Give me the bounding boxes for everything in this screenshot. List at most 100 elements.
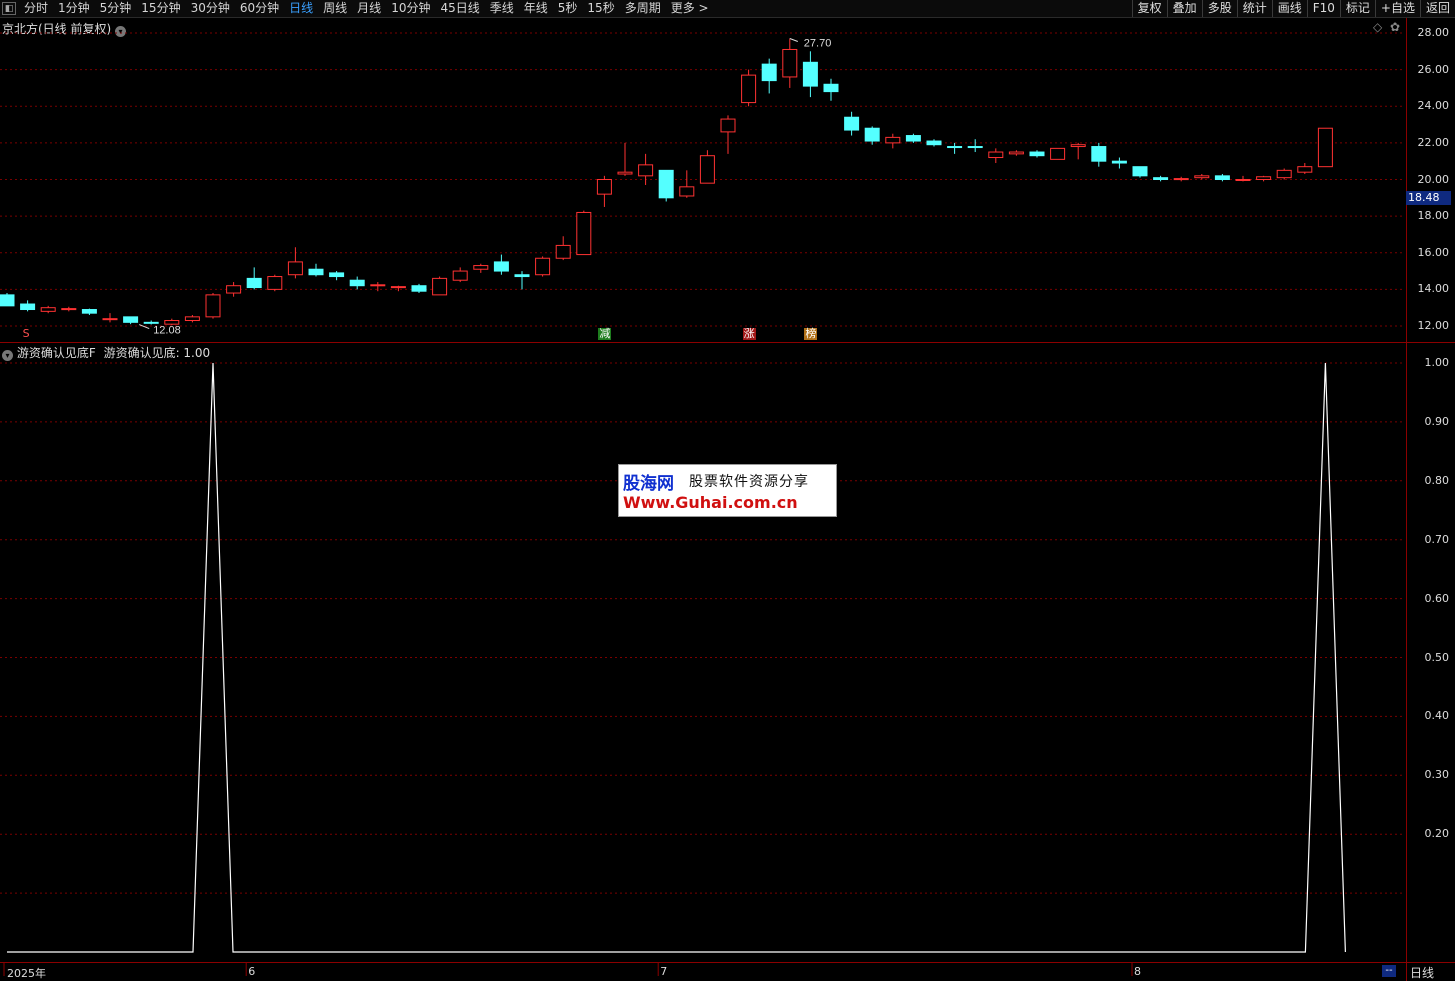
candle-body [802, 61, 818, 87]
candle-body [967, 146, 983, 149]
watermark-url: Www.Guhai.com.cn [623, 493, 798, 512]
candle-body [823, 83, 839, 93]
candle-body [638, 164, 654, 177]
period-button[interactable]: 日线 [1410, 964, 1434, 981]
y-tick-label: 18.00 [1417, 209, 1450, 223]
watermark-tagline: 股票软件资源分享 [689, 474, 809, 490]
y-tick-label: 24.00 [1417, 99, 1450, 113]
candle-body [1008, 151, 1024, 155]
y-tick-label: 26.00 [1417, 62, 1450, 76]
high-pointer [789, 38, 798, 42]
candle-body [267, 276, 283, 290]
candle-body [1297, 166, 1313, 173]
y-tick-label: 0.30 [1424, 768, 1450, 782]
candle-body [1111, 160, 1127, 164]
y-tick-label: 16.00 [1417, 245, 1450, 259]
candle-body [782, 48, 798, 78]
watermark-logo: 股海网 [623, 474, 674, 494]
candle-body [679, 186, 695, 197]
candle-body [432, 277, 448, 296]
candle-body [40, 307, 56, 312]
y-tick-label: 14.00 [1417, 282, 1450, 296]
y-tick-label: 0.80 [1424, 473, 1450, 487]
candle-body [1235, 179, 1251, 181]
candle-body [1050, 147, 1066, 160]
candle-body [761, 63, 777, 82]
candle-body [1091, 146, 1107, 162]
candle-body [1029, 151, 1045, 157]
candle-body [1317, 127, 1333, 168]
candle-body [81, 309, 97, 314]
candle-body [1276, 169, 1292, 179]
candle-body [246, 277, 262, 289]
candle-body [885, 136, 901, 144]
signal-marker[interactable]: 减 [598, 328, 612, 340]
signal-marker[interactable]: 涨 [742, 328, 756, 340]
low-label: 12.08 [153, 325, 181, 337]
candle-body [205, 294, 221, 318]
candle-body [905, 135, 921, 142]
watermark: 股海网 股票软件资源分享 Www.Guhai.com.cn [618, 464, 837, 517]
candle-body [1132, 166, 1148, 177]
candle-body [308, 268, 324, 276]
y-tick-label: 0.50 [1424, 650, 1450, 664]
y-tick-label: 22.00 [1417, 135, 1450, 149]
candle-body [596, 179, 612, 195]
candle-body [411, 285, 427, 292]
signal-marker[interactable]: 榜 [804, 328, 818, 340]
y-tick-label: 20.00 [1417, 172, 1450, 186]
y-tick-label: 0.70 [1424, 532, 1450, 546]
candle-body [1070, 144, 1086, 148]
candle-body [617, 171, 633, 175]
candle-body [988, 151, 1004, 159]
x-axis-label: 7 [660, 965, 668, 978]
y-tick-label: 28.00 [1417, 26, 1450, 39]
candle-body [349, 279, 365, 287]
candle-body [1173, 178, 1189, 181]
y-tick-label: 0.20 [1424, 827, 1450, 841]
x-axis-label: 6 [248, 965, 256, 978]
candle-body [184, 316, 200, 322]
high-label: 27.70 [804, 37, 832, 49]
y-tick-label: 0.90 [1424, 414, 1450, 428]
candle-body [329, 272, 345, 278]
x-axis-label: 2025年 [7, 967, 46, 980]
candle-body [1153, 177, 1169, 180]
candle-body [1214, 175, 1230, 180]
candle-body [20, 303, 36, 311]
candle-body [226, 285, 242, 294]
candle-body [514, 274, 530, 278]
candle-body [535, 257, 551, 276]
candle-body [864, 127, 880, 142]
candle-body [370, 284, 386, 287]
candle-body [123, 316, 139, 323]
y-tick-label: 12.00 [1417, 319, 1450, 332]
candle-body [61, 308, 77, 311]
axis-dash-box: -- [1382, 965, 1396, 977]
candle-body [926, 140, 942, 146]
candle-body [947, 146, 963, 149]
candle-body [844, 116, 860, 131]
candle-body [1194, 175, 1210, 179]
candle-body [102, 318, 118, 321]
candle-body [555, 244, 571, 259]
candle-body [699, 155, 715, 184]
candle-body [390, 286, 406, 289]
candle-body [0, 294, 15, 307]
candle-body [1256, 176, 1272, 181]
last-price-tag: 18.48 [1406, 191, 1451, 205]
candle-body [576, 211, 592, 256]
candle-body [452, 270, 468, 281]
candle-body [143, 321, 159, 324]
x-axis-label: 8 [1134, 965, 1141, 978]
y-tick-label: 0.40 [1424, 709, 1450, 723]
candle-body [493, 261, 509, 272]
candle-body [720, 118, 736, 133]
y-tick-label: 1.00 [1424, 356, 1450, 369]
candle-body [473, 265, 489, 270]
candle-body [287, 261, 303, 276]
low-pointer [139, 324, 150, 329]
candle-body [658, 169, 674, 199]
signal-marker[interactable]: S [22, 328, 31, 340]
y-tick-label: 0.60 [1424, 591, 1450, 605]
